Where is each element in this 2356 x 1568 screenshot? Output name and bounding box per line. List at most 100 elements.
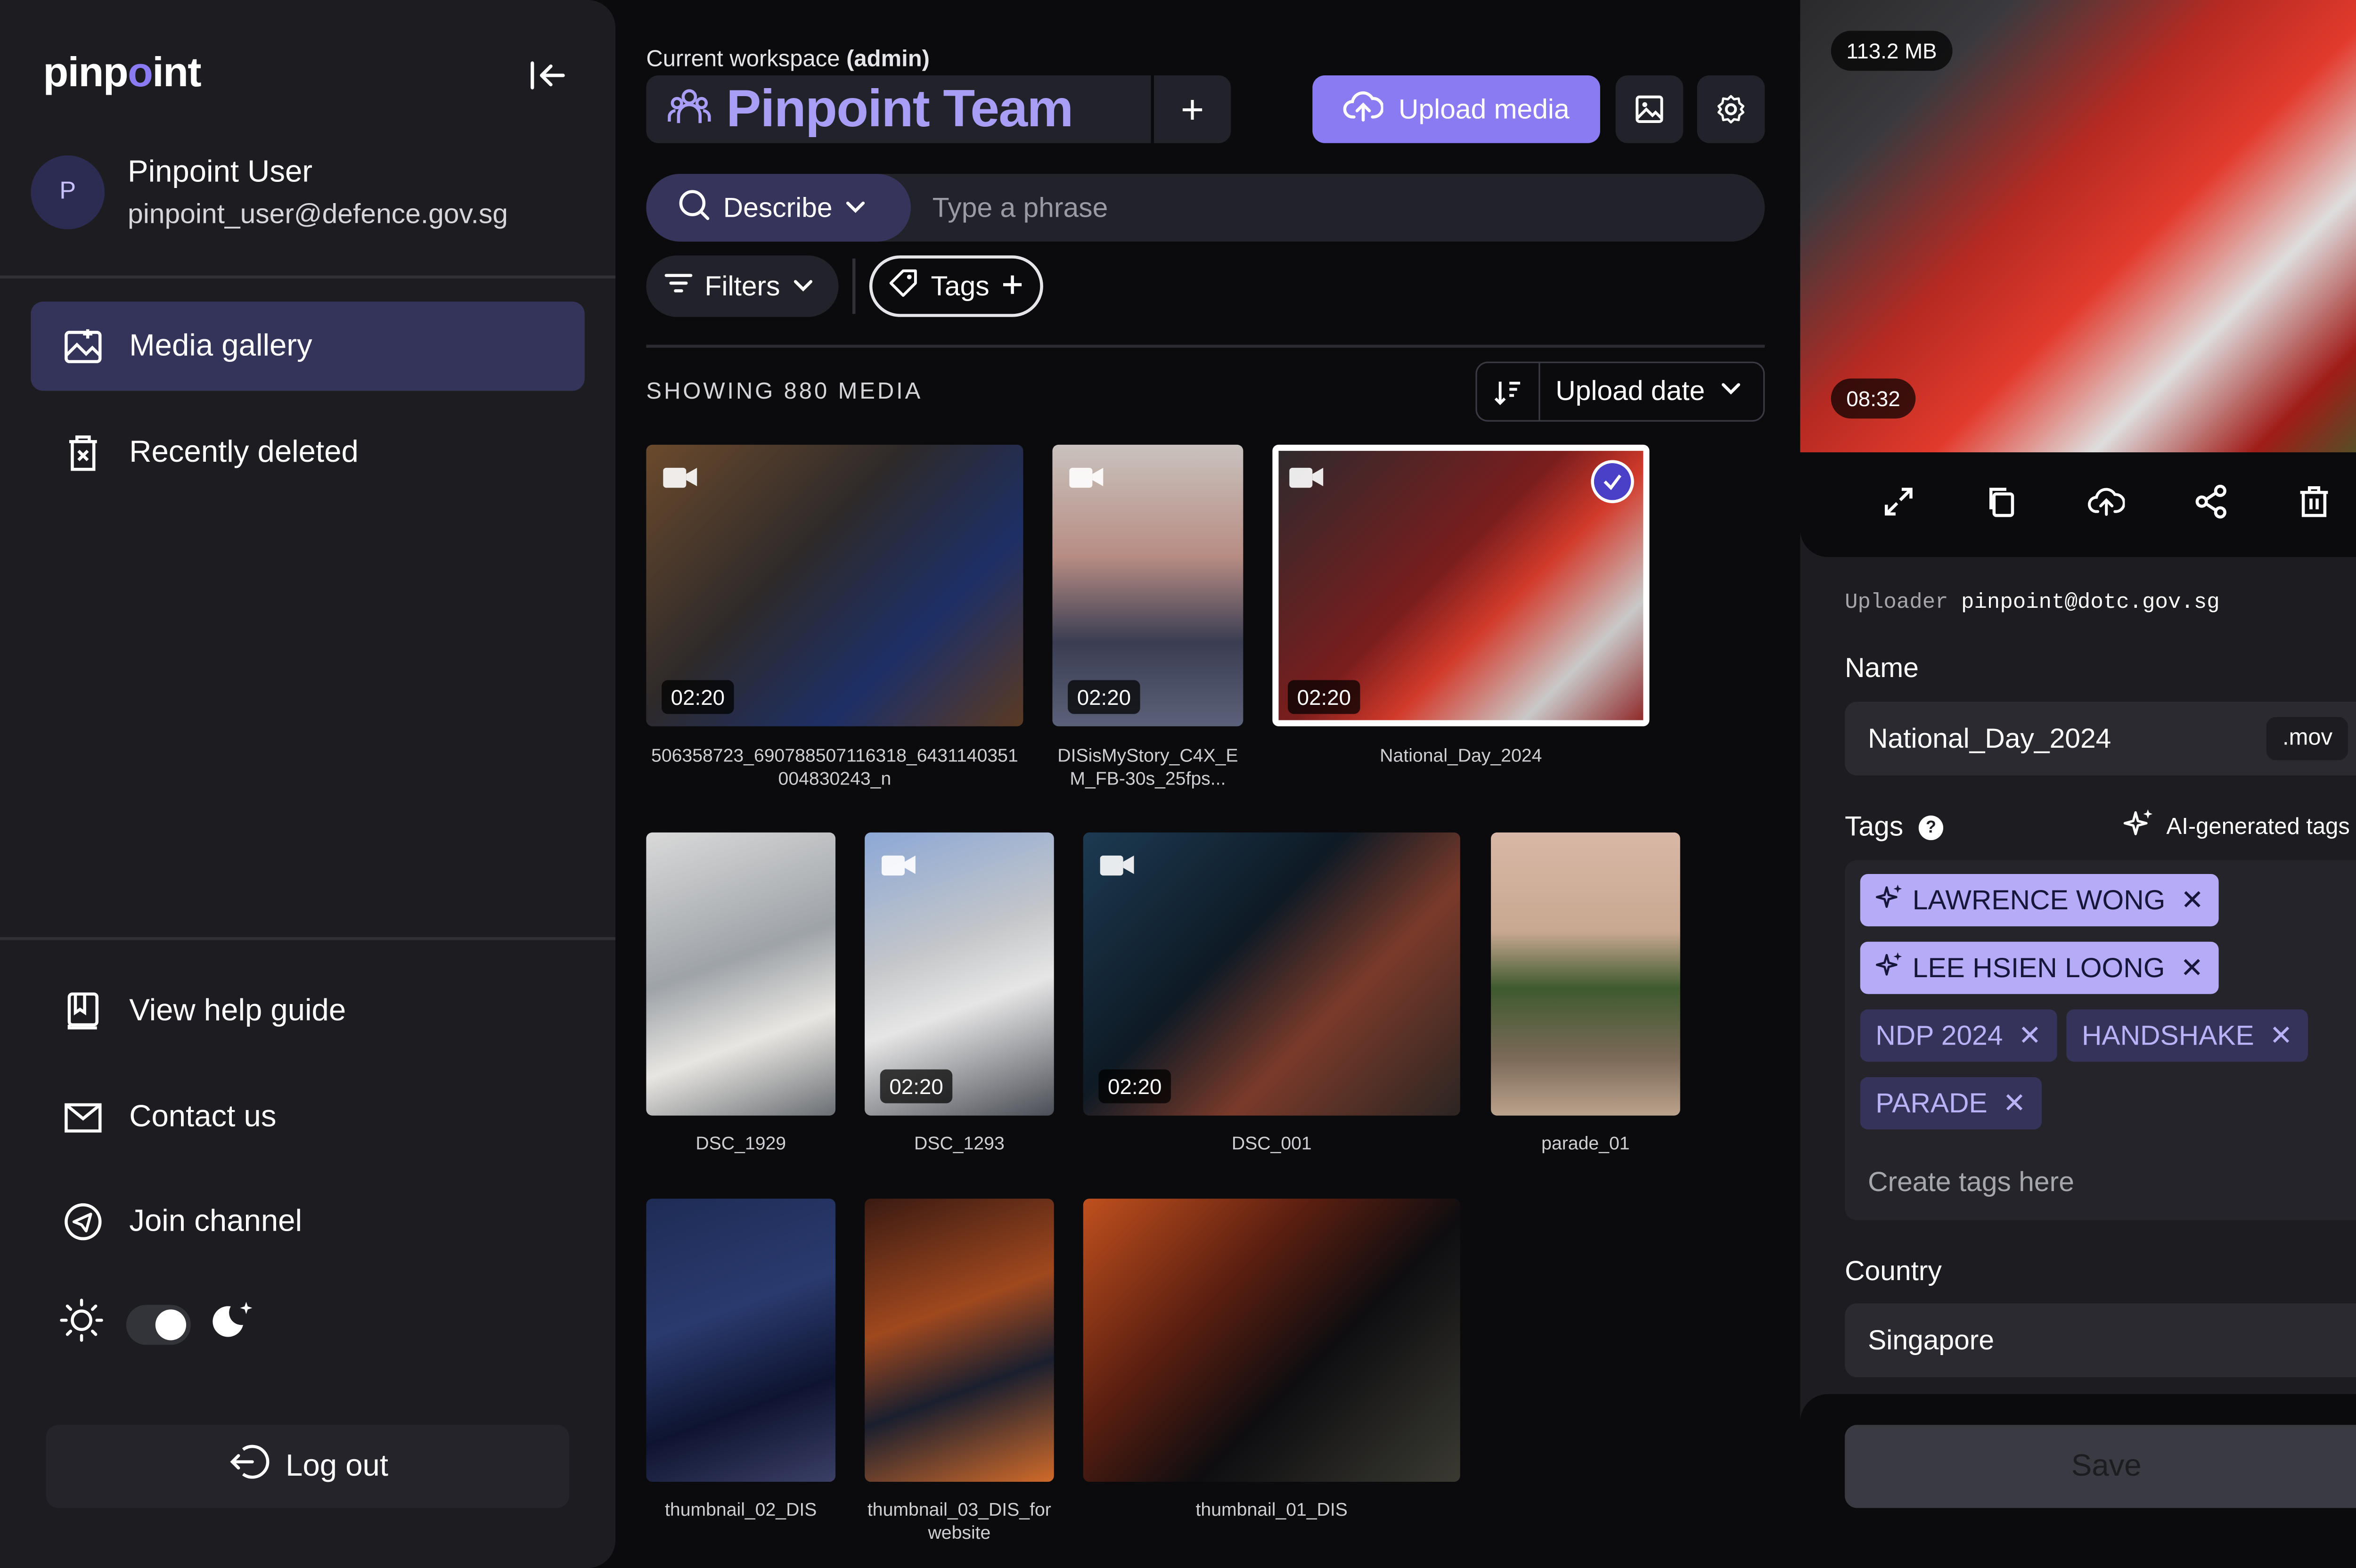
country-label: Country (1845, 1255, 1942, 1287)
filters-dropdown[interactable]: Filters (646, 255, 839, 317)
pinpoint-logo[interactable]: pinpoint (43, 49, 201, 97)
media-caption: DSC_1293 (914, 1132, 1005, 1154)
duration-badge: 02:20 (880, 1069, 953, 1103)
moon-icon (213, 1297, 259, 1351)
workspace-label: Current workspace (admin) (646, 46, 930, 73)
add-workspace-button[interactable]: + (1151, 75, 1231, 143)
workspace-selector[interactable]: Pinpoint Team + (646, 75, 1231, 143)
logout-button[interactable]: Log out (46, 1425, 570, 1508)
tag-label: LEE HSIEN LOONG (1912, 951, 2165, 983)
theme-toggle[interactable] (126, 1304, 191, 1344)
sort-order-icon[interactable] (1477, 363, 1540, 420)
media-thumbnail[interactable] (1491, 832, 1680, 1116)
media-thumbnail[interactable] (646, 1199, 836, 1482)
remove-tag-icon[interactable]: ✕ (2269, 1020, 2292, 1052)
media-actions (1800, 452, 2356, 557)
contact-us-label: Contact us (129, 1099, 277, 1134)
theme-toggle-row (58, 1297, 258, 1351)
media-thumbnail[interactable] (1083, 1199, 1460, 1482)
search-input[interactable] (932, 174, 1733, 242)
remove-tag-icon[interactable]: ✕ (2003, 1087, 2026, 1119)
logout-label: Log out (286, 1448, 389, 1483)
duration-badge: 02:20 (1288, 680, 1360, 714)
upload-media-button[interactable]: Upload media (1312, 75, 1600, 143)
media-count: SHOWING 880 MEDIA (646, 378, 923, 405)
media-caption: parade_01 (1541, 1132, 1630, 1154)
logout-icon (227, 1440, 270, 1493)
remove-tag-icon[interactable]: ✕ (2180, 952, 2203, 984)
user-name: Pinpoint User (128, 155, 313, 189)
toolbar-divider (852, 258, 856, 314)
file-extension-badge: .mov (2267, 717, 2348, 760)
cloud-upload-icon[interactable] (2087, 484, 2126, 525)
country-value: Singapore (1868, 1324, 1995, 1355)
share-icon[interactable] (2194, 484, 2228, 525)
remove-tag-icon[interactable]: ✕ (2181, 884, 2204, 916)
user-email: pinpoint_user@defence.gov.sg (128, 198, 508, 229)
media-thumbnail[interactable]: 02:20 (1052, 444, 1243, 727)
media-thumbnail[interactable]: 02:20 (865, 832, 1054, 1116)
gear-icon (1717, 95, 1745, 124)
media-thumbnail[interactable]: 02:20 (1083, 832, 1460, 1116)
media-thumbnail[interactable] (865, 1199, 1054, 1482)
cloud-upload-icon (1343, 89, 1384, 130)
sidebar-divider (0, 937, 616, 940)
media-caption: thumbnail_03_DIS_forwebsite (867, 1498, 1051, 1544)
sidebar-item-label: Media gallery (129, 328, 312, 363)
team-icon (668, 84, 711, 135)
tag-label: HANDSHAKE (2081, 1019, 2254, 1050)
tag-chip[interactable]: LEE HSIEN LOONG ✕ (1860, 941, 2219, 994)
collapse-sidebar-icon[interactable] (523, 56, 569, 96)
search-mode-dropdown[interactable]: Describe (646, 174, 911, 242)
media-thumbnail[interactable] (646, 832, 836, 1116)
sparkle-icon (2123, 808, 2154, 845)
contact-us-link[interactable]: Contact us (31, 1072, 585, 1161)
image-icon (1636, 95, 1663, 123)
tags-filter-label: Tags (931, 270, 990, 301)
join-channel-link[interactable]: Join channel (31, 1177, 585, 1266)
delete-icon[interactable] (2298, 484, 2331, 525)
save-button[interactable]: Save (1845, 1425, 2356, 1508)
tag-chip[interactable]: HANDSHAKE ✕ (2066, 1009, 2308, 1062)
help-guide-icon (62, 989, 105, 1032)
duration-badge: 02:20 (1068, 680, 1140, 714)
file-size-badge: 113.2 MB (1831, 31, 1953, 71)
media-preview[interactable]: 113.2 MB ✕ 08:32 (1800, 0, 2356, 453)
help-guide-label: View help guide (129, 993, 346, 1027)
tag-label: NDP 2024 (1875, 1019, 2003, 1050)
sort-dropdown[interactable]: Upload date (1475, 361, 1765, 422)
media-thumbnail[interactable]: 02:20 (1272, 444, 1650, 727)
plus-icon (1002, 270, 1023, 302)
ai-tags-legend: AI-generated tags (2123, 808, 2350, 845)
name-field[interactable]: National_Day_2024 .mov (1845, 702, 2356, 776)
tag-icon (888, 267, 918, 306)
media-caption: thumbnail_01_DIS (1195, 1498, 1348, 1520)
sidebar-item-media-gallery[interactable]: Media gallery (31, 302, 585, 391)
workspace-title: Pinpoint Team (726, 79, 1073, 138)
help-icon[interactable]: ? (1918, 816, 1944, 841)
video-camera-icon (1068, 463, 1104, 498)
duration-badge: 02:20 (1098, 1069, 1171, 1103)
country-field[interactable]: Singapore (1845, 1303, 2356, 1377)
sparkle-icon (1875, 882, 1903, 918)
video-camera-icon (1098, 851, 1135, 886)
settings-button[interactable] (1697, 75, 1765, 143)
tag-chip[interactable]: PARADE ✕ (1860, 1077, 2042, 1130)
sidebar-divider (0, 275, 616, 279)
tag-chip[interactable]: LAWRENCE WONG ✕ (1860, 874, 2219, 927)
media-thumbnail[interactable]: 02:20 (646, 444, 1023, 727)
tag-chip[interactable]: NDP 2024 ✕ (1860, 1009, 2057, 1062)
tags-filter-button[interactable]: Tags (869, 255, 1043, 317)
uploader-info: Uploader pinpoint@dotc.gov.sg (1845, 591, 2220, 616)
remove-tag-icon[interactable]: ✕ (2018, 1020, 2041, 1052)
name-value: National_Day_2024 (1868, 722, 2111, 753)
selected-check-icon[interactable] (1591, 460, 1634, 503)
sidebar-item-recently-deleted[interactable]: Recently deleted (31, 408, 585, 497)
expand-icon[interactable] (1881, 484, 1915, 525)
search-bar: Describe (646, 174, 1765, 242)
media-caption: National_Day_2024 (1380, 744, 1542, 767)
help-guide-link[interactable]: View help guide (31, 966, 585, 1055)
image-view-button[interactable] (1615, 75, 1684, 143)
create-tag-input[interactable]: Create tags here (1868, 1167, 2074, 1199)
copy-icon[interactable] (1985, 484, 2019, 525)
